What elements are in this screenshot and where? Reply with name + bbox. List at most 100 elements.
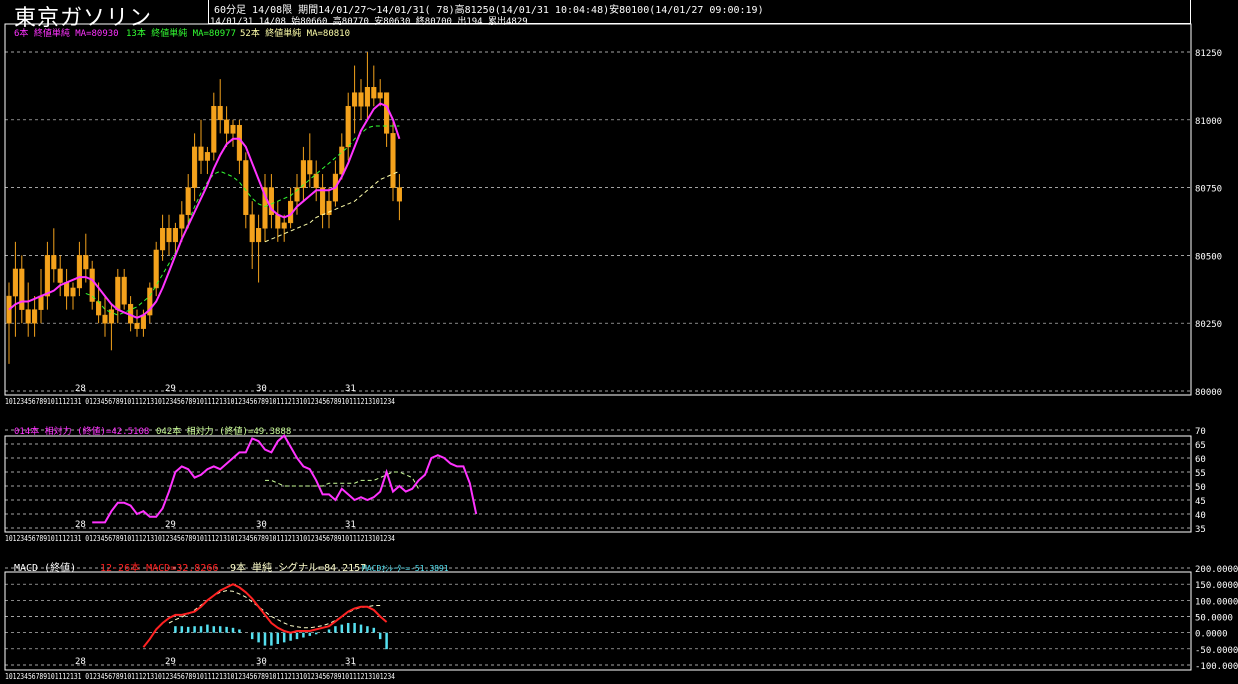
candle-body	[281, 222, 287, 229]
candle-body	[384, 92, 390, 134]
candle-body	[345, 105, 351, 148]
candle-body	[320, 187, 326, 215]
candle-body	[51, 255, 57, 270]
candle-body	[179, 214, 185, 229]
candle-body	[352, 92, 358, 107]
candle-body	[121, 276, 127, 305]
y-tick-label: 60	[1195, 455, 1206, 465]
y-tick-label: 100.0000	[1195, 597, 1238, 607]
day-label: 28	[75, 657, 86, 667]
y-tick-label: -100.0000	[1195, 662, 1238, 672]
candle-body	[224, 119, 230, 134]
legend-macd: 12-26本 MACD=32.8266	[100, 561, 218, 574]
y-tick-label: 35	[1195, 525, 1206, 535]
candle-body	[12, 268, 18, 297]
candle-body	[38, 295, 44, 310]
candle-body	[160, 228, 166, 251]
y-tick-label: 50.0000	[1195, 614, 1233, 624]
candle-body	[83, 255, 89, 270]
day-label: 30	[256, 384, 267, 394]
y-tick-label: 0.0000	[1195, 630, 1228, 640]
y-tick-label: 81250	[1195, 49, 1222, 59]
legend-signal: 9本 単純 シグナル=84.2157	[230, 561, 366, 574]
candle-body	[358, 92, 364, 107]
chart-canvas: 81250 81000 80750 80500 80250 80000 28 29 30 31 10…	[4, 23, 1238, 681]
legend-rsi42: 042本 相対力 (終値)=49.3888	[156, 425, 291, 437]
hour-axis-labels: 10123456789101112131 0123456789101112131…	[5, 397, 395, 406]
candle-body	[307, 160, 313, 175]
legend-ma6: 6本 終値単純 MA=80930	[14, 27, 119, 39]
candle-body	[134, 322, 140, 329]
day-label: 31	[345, 520, 356, 530]
day-label: 29	[165, 520, 176, 530]
candle-body	[256, 228, 262, 243]
y-tick-label: 81000	[1195, 117, 1222, 127]
candle-body	[32, 309, 38, 324]
y-tick-label: 70	[1195, 427, 1206, 437]
macd-panel-frame	[4, 571, 1192, 671]
y-tick-label: -50.0000	[1195, 646, 1238, 656]
candle-body	[211, 105, 217, 153]
legend-macd-name: MACD (終値)	[14, 561, 76, 574]
candle-body	[326, 200, 332, 215]
candle-body	[172, 228, 178, 243]
y-tick-label: 45	[1195, 497, 1206, 507]
legend-osc: MACDｵｼﾚｰﾀｰ=-51.3891	[362, 564, 449, 573]
candle-body	[204, 152, 210, 161]
candle-body	[76, 255, 82, 289]
candle-body	[364, 87, 370, 107]
candle-body	[300, 160, 306, 188]
legend-ma52: 52本 終値単純 MA=80810	[240, 27, 350, 39]
day-label: 30	[256, 520, 267, 530]
day-label: 29	[165, 384, 176, 394]
candle-body	[115, 276, 121, 310]
candle-body	[185, 187, 191, 215]
candle-body	[140, 314, 146, 329]
day-label: 29	[165, 657, 176, 667]
y-tick-label: 65	[1195, 441, 1206, 451]
hour-axis-labels: 10123456789101112131 0123456789101112131…	[5, 534, 395, 543]
candle-body	[25, 309, 31, 324]
candle-body	[57, 268, 63, 283]
y-tick-label: 40	[1195, 511, 1206, 521]
candle-body	[371, 87, 377, 99]
y-tick-label: 80500	[1195, 252, 1222, 262]
legend-ma13: 13本 終値単純 MA=80977	[126, 27, 236, 39]
y-tick-label: 200.0000	[1195, 565, 1238, 575]
y-tick-label: 150.0000	[1195, 581, 1238, 591]
candle-body	[339, 146, 345, 175]
candle-body	[192, 146, 198, 188]
candle-body	[313, 173, 319, 188]
y-tick-label: 80750	[1195, 185, 1222, 195]
legend-rsi14: 014本 相対力 (終値)=42.5108	[14, 425, 149, 437]
candle-body	[390, 133, 396, 188]
candle-body	[236, 124, 242, 161]
candle-body	[230, 124, 236, 134]
y-tick-label: 55	[1195, 469, 1206, 479]
day-label: 31	[345, 657, 356, 667]
candle-body	[294, 187, 300, 202]
rsi-panel-frame	[4, 435, 1192, 533]
ma52-line	[264, 170, 400, 243]
candle-body	[6, 295, 12, 324]
hour-axis-labels: 10123456789101112131 0123456789101112131…	[5, 672, 395, 681]
signal-line	[168, 590, 381, 629]
candle-body	[275, 214, 281, 229]
candle-body	[377, 92, 383, 99]
candle-body	[396, 187, 402, 202]
day-label: 30	[256, 657, 267, 667]
candle-body	[198, 146, 204, 161]
day-label: 31	[345, 384, 356, 394]
candle-body	[217, 105, 223, 121]
candle-body	[249, 214, 255, 243]
candle-body	[243, 160, 249, 215]
candle-body	[166, 228, 172, 243]
candle-body	[44, 255, 50, 297]
price-panel-frame	[4, 23, 1192, 396]
candle-body	[70, 287, 76, 297]
day-label: 28	[75, 520, 86, 530]
candle-body	[64, 282, 70, 297]
rsi14-line	[92, 434, 478, 524]
y-tick-label: 50	[1195, 483, 1206, 493]
day-label: 28	[75, 384, 86, 394]
